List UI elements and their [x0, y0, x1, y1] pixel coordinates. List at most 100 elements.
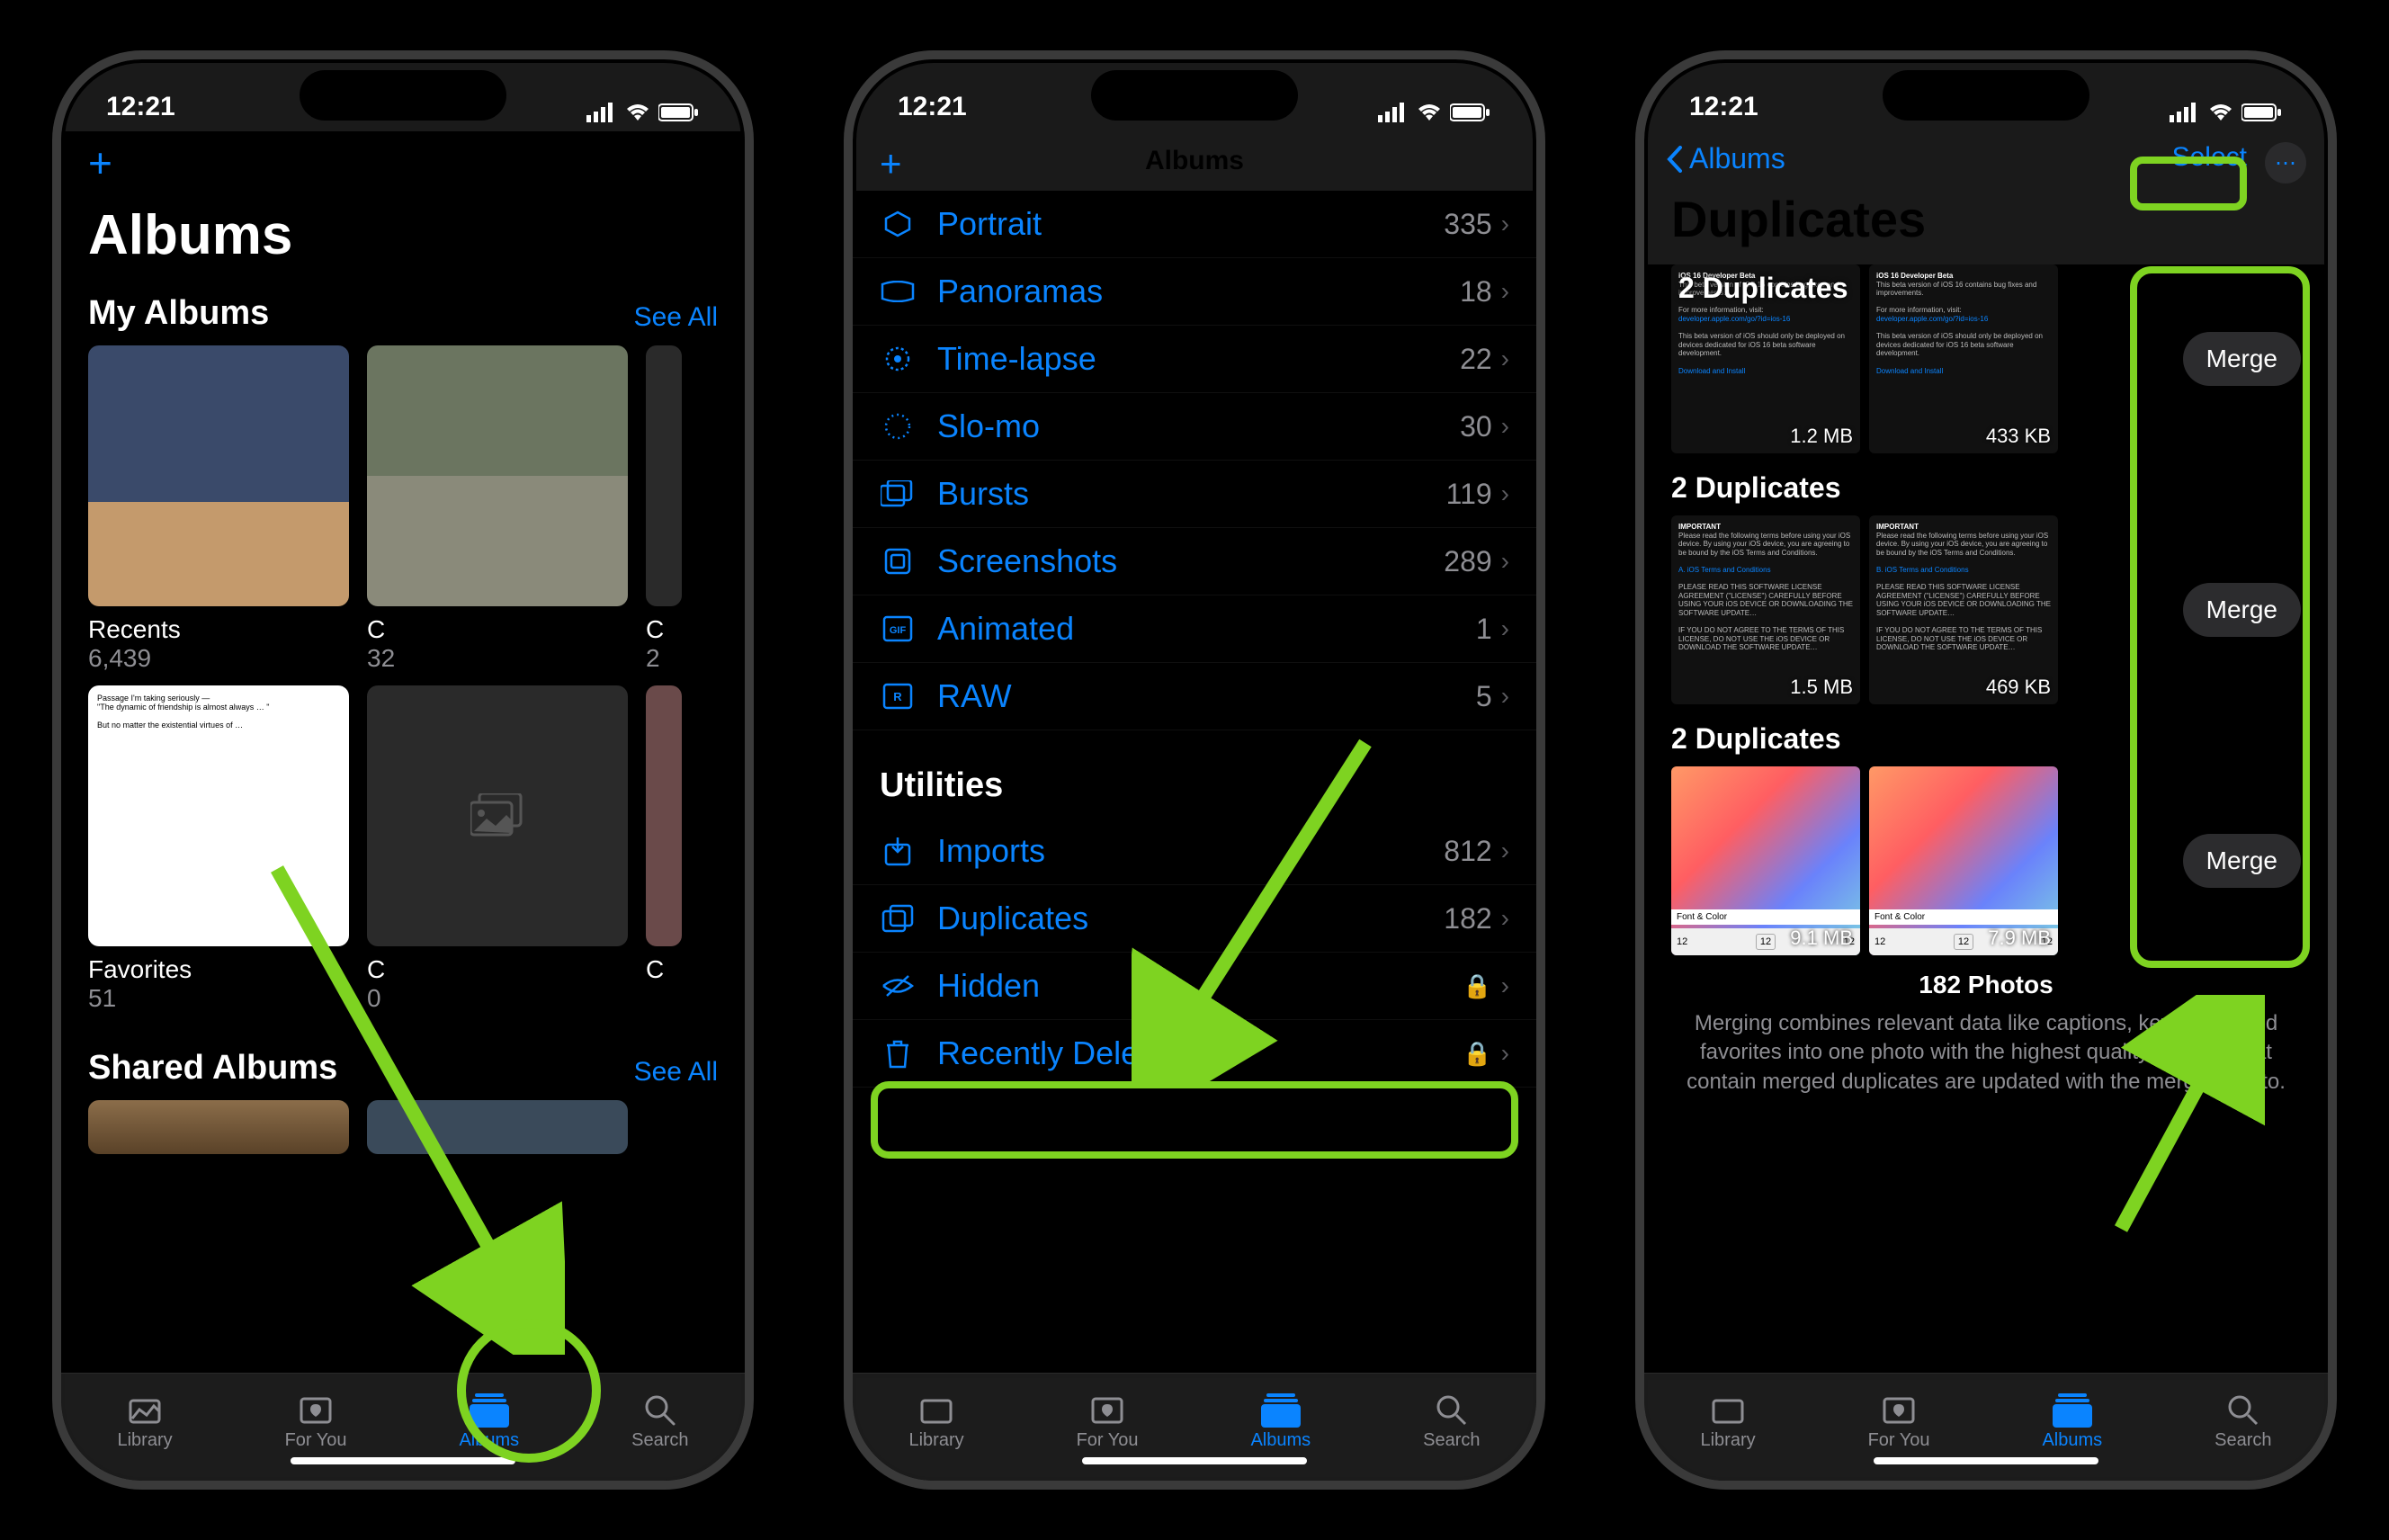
panorama-icon	[880, 273, 916, 309]
utility-recently-deleted[interactable]: Recently Deleted🔒›	[853, 1020, 1536, 1088]
media-type-panoramas[interactable]: Panoramas18›	[853, 258, 1536, 326]
album-name: C	[367, 955, 628, 984]
tab-library[interactable]: Library	[908, 1394, 963, 1451]
album-count: 32	[367, 644, 628, 673]
album-card[interactable]	[367, 1100, 628, 1154]
tab-search[interactable]: Search	[2215, 1394, 2271, 1451]
wifi-icon	[2207, 103, 2234, 122]
tab-library[interactable]: Library	[1700, 1394, 1755, 1451]
album-name: Favorites	[88, 955, 349, 984]
tab-for-you[interactable]: For You	[285, 1394, 347, 1451]
for-you-icon	[1881, 1395, 1917, 1426]
battery-icon	[658, 103, 700, 122]
merge-button[interactable]: Merge	[2183, 332, 2301, 386]
duplicate-thumb[interactable]: 121212 Font & Color 7.9 MB	[1869, 766, 2058, 955]
timelapse-icon	[880, 341, 916, 377]
duplicate-thumb[interactable]: 121212 Font & Color 9.1 MB	[1671, 766, 1860, 955]
status-time: 12:21	[1689, 92, 1758, 122]
phone-notch	[300, 70, 506, 121]
chevron-right-icon: ›	[1501, 479, 1509, 508]
lock-icon: 🔒	[1463, 1040, 1491, 1068]
duplicate-thumb[interactable]: iOS 16 Developer BetaThis beta version o…	[1671, 264, 1860, 453]
status-time: 12:21	[898, 92, 967, 122]
more-button[interactable]: ⋯	[2265, 142, 2306, 184]
home-indicator[interactable]	[1874, 1457, 2098, 1464]
home-indicator[interactable]	[291, 1457, 515, 1464]
back-button[interactable]: Albums	[1666, 142, 1785, 175]
album-card-peek[interactable]: C 2	[646, 345, 682, 673]
see-all-link[interactable]: See All	[634, 1057, 718, 1088]
media-type-screenshots[interactable]: Screenshots289›	[853, 528, 1536, 595]
tab-search[interactable]: Search	[1423, 1394, 1480, 1451]
nav-title: Albums	[853, 131, 1536, 191]
media-type-bursts[interactable]: Bursts119›	[853, 461, 1536, 528]
raw-icon: R	[880, 678, 916, 714]
album-card-peek[interactable]: C	[646, 685, 682, 1013]
see-all-link[interactable]: See All	[634, 302, 718, 333]
duplicate-group-header: 2 Duplicates	[1678, 272, 1848, 305]
utilities-header: Utilities	[853, 730, 1536, 818]
status-indicators	[1378, 103, 1491, 122]
album-card-recents[interactable]: Recents 6,439	[88, 345, 349, 673]
album-name: C	[367, 615, 628, 644]
album-card[interactable]: C 32	[367, 345, 628, 673]
battery-icon	[2241, 103, 2283, 122]
tab-albums[interactable]: Albums	[2042, 1394, 2102, 1451]
album-thumb-empty	[367, 685, 628, 946]
albums-icon	[1261, 1393, 1301, 1428]
duplicate-size: 9.1 MB	[1790, 927, 1853, 950]
phone-notch	[1091, 70, 1298, 121]
media-type-animated[interactable]: GIF Animated1›	[853, 595, 1536, 663]
album-card[interactable]	[88, 1100, 349, 1154]
utility-duplicates[interactable]: Duplicates182›	[853, 885, 1536, 953]
page-title: Albums	[61, 194, 745, 285]
media-type-raw[interactable]: R RAW5›	[853, 663, 1536, 730]
album-count: 6,439	[88, 644, 349, 673]
tab-for-you[interactable]: For You	[1868, 1394, 1930, 1451]
chevron-right-icon: ›	[1501, 904, 1509, 933]
merge-button[interactable]: Merge	[2183, 834, 2301, 888]
album-count: 0	[367, 984, 628, 1013]
duplicate-group-header: 2 Duplicates	[1644, 704, 2328, 766]
for-you-icon	[298, 1395, 334, 1426]
tab-bar: Library For You Albums Search	[853, 1373, 1536, 1481]
footer-description: Merging combines relevant data like capt…	[1687, 1011, 2286, 1094]
utility-hidden[interactable]: Hidden🔒›	[853, 953, 1536, 1020]
duplicates-icon	[880, 900, 916, 936]
tab-library[interactable]: Library	[117, 1394, 172, 1451]
tab-bar: Library For You Albums Search	[61, 1373, 745, 1481]
page-title: Duplicates	[1644, 186, 2328, 264]
duplicate-group-header: 2 Duplicates	[1644, 453, 2328, 515]
media-type-slomo[interactable]: Slo-mo30›	[853, 393, 1536, 461]
tab-for-you[interactable]: For You	[1077, 1394, 1139, 1451]
search-icon	[644, 1394, 676, 1427]
tab-albums[interactable]: Albums	[459, 1394, 519, 1451]
merge-button[interactable]: Merge	[2183, 583, 2301, 637]
select-button[interactable]: Select	[2172, 142, 2247, 173]
media-type-portrait[interactable]: Portrait335›	[853, 191, 1536, 258]
portrait-icon	[880, 206, 916, 242]
album-count: 2	[646, 644, 682, 673]
duplicate-size: 433 KB	[1986, 425, 2051, 448]
tab-search[interactable]: Search	[631, 1394, 688, 1451]
tab-albums[interactable]: Albums	[1250, 1394, 1311, 1451]
duplicate-thumb[interactable]: iOS 16 Developer BetaThis beta version o…	[1869, 264, 2058, 453]
duplicate-thumb[interactable]: IMPORTANTPlease read the following terms…	[1869, 515, 2058, 704]
library-icon	[918, 1395, 954, 1426]
hidden-icon	[880, 968, 916, 1004]
album-card[interactable]: C 0	[367, 685, 628, 1013]
chevron-right-icon: ›	[1501, 614, 1509, 643]
home-indicator[interactable]	[1082, 1457, 1307, 1464]
add-album-button[interactable]: +	[880, 142, 902, 185]
utility-imports[interactable]: Imports812›	[853, 818, 1536, 885]
duplicate-thumb[interactable]: IMPORTANTPlease read the following terms…	[1671, 515, 1860, 704]
placeholder-images-icon	[470, 793, 524, 838]
add-album-button[interactable]: +	[61, 131, 745, 194]
svg-text:GIF: GIF	[890, 625, 907, 636]
media-type-timelapse[interactable]: Time-lapse22›	[853, 326, 1536, 393]
search-icon	[2227, 1394, 2259, 1427]
duplicate-size: 7.9 MB	[1988, 927, 2051, 950]
album-card-favorites[interactable]: Passage I'm taking seriously —"The dynam…	[88, 685, 349, 1013]
chevron-right-icon: ›	[1501, 277, 1509, 306]
status-indicators	[2170, 103, 2283, 122]
